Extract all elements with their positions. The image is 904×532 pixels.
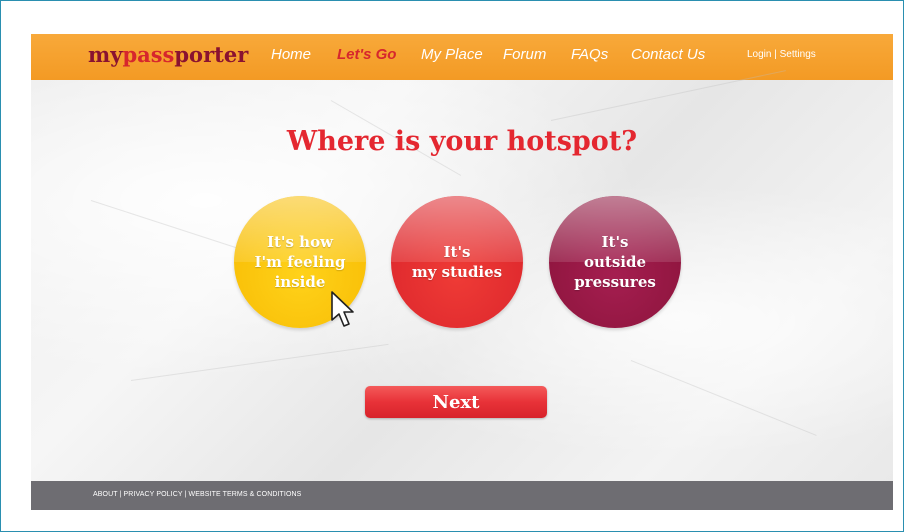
footer-bar: ABOUT | PRIVACY POLICY | WEBSITE TERMS &…: [31, 481, 893, 510]
option-label: It's outside pressures: [574, 233, 656, 291]
brand-logo[interactable]: mypassporter: [88, 42, 248, 67]
logo-part-porter: porter: [174, 42, 249, 67]
footer-link-privacy[interactable]: PRIVACY POLICY: [124, 491, 183, 498]
nav-item-forum[interactable]: Forum: [503, 46, 546, 63]
footer-link-about[interactable]: ABOUT: [93, 491, 118, 498]
nav-item-lets-go[interactable]: Let's Go: [337, 46, 396, 63]
option-studies-button[interactable]: It's my studies: [391, 196, 523, 328]
page: mypassporter Home Let's Go My Place Foru…: [31, 34, 893, 510]
next-button[interactable]: Next: [365, 386, 547, 418]
nav-item-home[interactable]: Home: [271, 46, 311, 63]
logo-part-pass: pass: [122, 42, 175, 67]
footer-links: ABOUT | PRIVACY POLICY | WEBSITE TERMS &…: [93, 491, 301, 498]
nav-item-faqs[interactable]: FAQs: [571, 46, 608, 63]
account-separator: |: [774, 49, 777, 60]
footer-link-terms[interactable]: WEBSITE TERMS & CONDITIONS: [189, 491, 302, 498]
nav-item-contact-us[interactable]: Contact Us: [631, 46, 705, 63]
mouse-pointer-icon: [331, 291, 354, 327]
option-label: It's how I'm feeling inside: [254, 233, 346, 291]
account-links: Login | Settings: [747, 49, 816, 60]
screenshot-frame: mypassporter Home Let's Go My Place Foru…: [0, 0, 904, 532]
login-link[interactable]: Login: [747, 49, 771, 60]
option-label: It's my studies: [411, 243, 503, 281]
logo-part-my: my: [88, 42, 123, 67]
paper-crease: [130, 343, 389, 381]
option-outside-pressures-button[interactable]: It's outside pressures: [549, 196, 681, 328]
paper-background: Where is your hotspot? It's how I'm feel…: [31, 70, 893, 481]
page-title: Where is your hotspot?: [286, 126, 638, 157]
nav-item-my-place[interactable]: My Place: [421, 46, 483, 63]
paper-crease: [630, 360, 817, 436]
header-bar: mypassporter Home Let's Go My Place Foru…: [31, 34, 893, 80]
settings-link[interactable]: Settings: [780, 49, 816, 60]
